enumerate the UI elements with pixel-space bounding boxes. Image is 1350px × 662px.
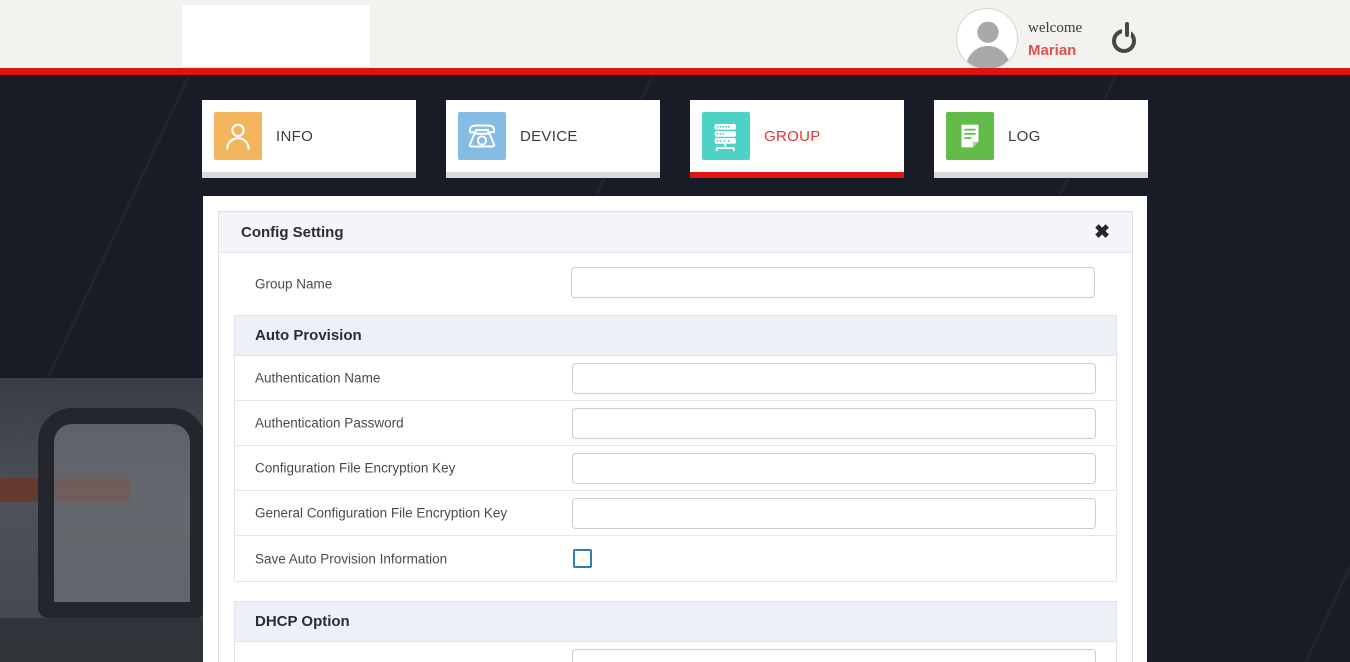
top-header: welcome Marian — [0, 0, 1350, 68]
config-file-encryption-key-label: Configuration File Encryption Key — [255, 461, 455, 476]
power-logout-button[interactable] — [1110, 22, 1144, 58]
dhcp-option-title: DHCP Option — [255, 613, 350, 630]
tab-device-label: DEVICE — [520, 128, 578, 145]
user-avatar[interactable] — [956, 8, 1018, 70]
dialog-title: Config Setting — [241, 224, 343, 241]
authentication-password-input[interactable] — [572, 408, 1096, 439]
general-config-file-encryption-key-label: General Configuration File Encryption Ke… — [255, 506, 507, 521]
dhcp-option-header: DHCP Option — [235, 602, 1116, 642]
authentication-name-label: Authentication Name — [255, 371, 380, 386]
dhcp-option-row — [235, 642, 1116, 662]
close-icon[interactable]: ✖ — [1094, 223, 1110, 242]
logo-placeholder — [182, 5, 370, 66]
user-icon — [214, 112, 262, 160]
background-floor — [0, 618, 212, 662]
phone-icon — [458, 112, 506, 160]
auto-provision-title: Auto Provision — [255, 327, 362, 344]
dhcp-option-section: DHCP Option — [234, 601, 1117, 662]
content-panel: Config Setting ✖ Group Name Auto Provisi… — [203, 196, 1147, 662]
authentication-password-row: Authentication Password — [235, 401, 1116, 446]
tab-info[interactable]: INFO — [202, 100, 416, 178]
authentication-name-input[interactable] — [572, 363, 1096, 394]
group-name-row: Group Name — [219, 253, 1132, 315]
username-label: Marian — [1028, 42, 1076, 59]
tab-group-label: GROUP — [764, 128, 821, 145]
tab-group[interactable]: GROUP — [690, 100, 904, 178]
main-tabs: INFO DEVICE GROU — [202, 100, 1148, 178]
header-accent-bar — [0, 68, 1350, 75]
servers-icon — [702, 112, 750, 160]
save-auto-provision-row: Save Auto Provision Information — [235, 536, 1116, 581]
authentication-password-label: Authentication Password — [255, 416, 404, 431]
background-chair — [38, 408, 206, 618]
tab-device[interactable]: DEVICE — [446, 100, 660, 178]
auto-provision-header: Auto Provision — [235, 316, 1116, 356]
welcome-label: welcome — [1028, 20, 1082, 37]
save-auto-provision-checkbox[interactable] — [573, 549, 592, 568]
authentication-name-row: Authentication Name — [235, 356, 1116, 401]
config-file-encryption-key-row: Configuration File Encryption Key — [235, 446, 1116, 491]
group-name-label: Group Name — [255, 277, 332, 292]
tab-log[interactable]: LOG — [934, 100, 1148, 178]
config-setting-header: Config Setting ✖ — [219, 212, 1132, 253]
tab-info-label: INFO — [276, 128, 313, 145]
dhcp-option-input[interactable] — [572, 649, 1096, 662]
save-auto-provision-label: Save Auto Provision Information — [255, 551, 447, 566]
person-silhouette-icon — [957, 9, 1018, 70]
general-config-file-encryption-key-input[interactable] — [572, 498, 1096, 529]
config-file-encryption-key-input[interactable] — [572, 453, 1096, 484]
general-config-file-encryption-key-row: General Configuration File Encryption Ke… — [235, 491, 1116, 536]
group-name-input[interactable] — [571, 267, 1095, 298]
auto-provision-section: Auto Provision Authentication Name Authe… — [234, 315, 1117, 582]
config-setting-dialog: Config Setting ✖ Group Name Auto Provisi… — [218, 211, 1133, 662]
document-icon — [946, 112, 994, 160]
tab-log-label: LOG — [1008, 128, 1041, 145]
